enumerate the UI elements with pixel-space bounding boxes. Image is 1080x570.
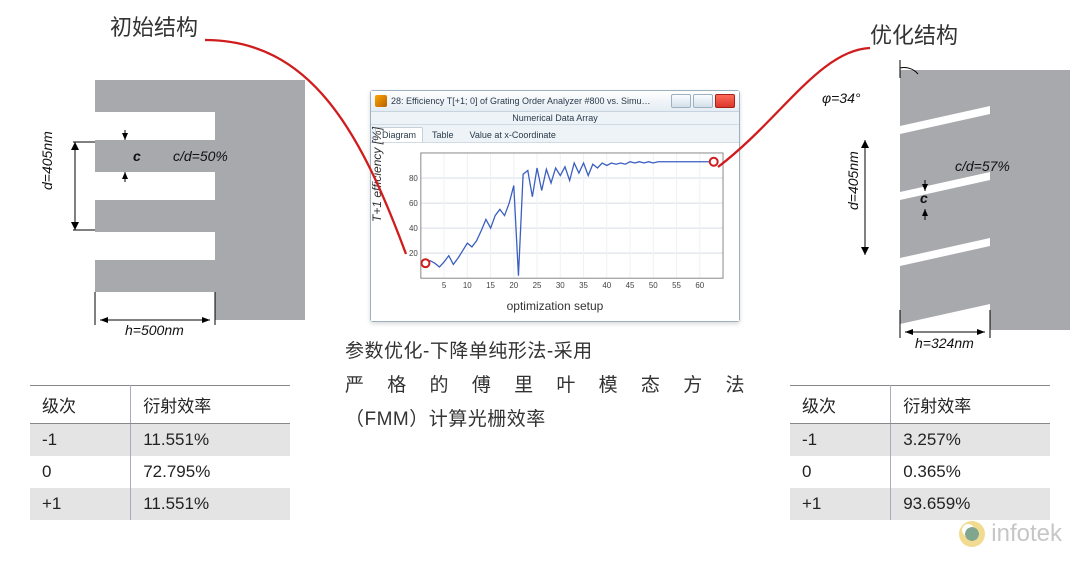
th-eff: 衍射效率: [891, 386, 1050, 424]
table-row: 0 72.795%: [30, 456, 290, 488]
efficiency-chart: T+1 efficiency [%] 510152025303540455055…: [379, 147, 731, 297]
svg-text:30: 30: [556, 281, 565, 290]
svg-text:10: 10: [463, 281, 472, 290]
right-d-label: d=405nm: [845, 151, 861, 210]
svg-text:35: 35: [579, 281, 588, 290]
app-icon: [375, 95, 387, 107]
table-row: 0 0.365%: [790, 456, 1050, 488]
svg-text:60: 60: [409, 199, 418, 208]
cell-order: +1: [30, 488, 131, 520]
caption-line2: 严格的傅里叶模态方法: [345, 369, 745, 403]
svg-text:80: 80: [409, 174, 418, 183]
svg-text:20: 20: [409, 249, 418, 258]
cell-eff: 3.257%: [891, 424, 1050, 457]
cell-order: +1: [790, 488, 891, 520]
initial-efficiency-table: 级次 衍射效率 -1 11.551% 0 72.795% +1 11.551%: [30, 385, 290, 520]
left-ratio-label: c/d=50%: [173, 148, 228, 164]
svg-text:15: 15: [486, 281, 495, 290]
left-d-label: d=405nm: [39, 131, 55, 190]
svg-text:5: 5: [442, 281, 447, 290]
window-titlebar[interactable]: 28: Efficiency T[+1; 0] of Grating Order…: [371, 91, 739, 112]
right-ratio-label: c/d=57%: [955, 158, 1010, 174]
right-c-label: c: [920, 190, 928, 206]
maximize-button[interactable]: [693, 94, 713, 108]
cell-order: -1: [30, 424, 131, 457]
svg-text:50: 50: [649, 281, 658, 290]
watermark-icon: [959, 521, 985, 547]
right-phi-label: φ=34°: [822, 90, 860, 106]
title-right: 优化结构: [870, 18, 958, 50]
svg-text:55: 55: [672, 281, 681, 290]
initial-grating-diagram: d=405nm c c/d=50% h=500nm: [45, 70, 305, 330]
minimize-button[interactable]: [671, 94, 691, 108]
svg-text:40: 40: [602, 281, 611, 290]
cell-order: 0: [790, 456, 891, 488]
table-row: -1 3.257%: [790, 424, 1050, 457]
svg-text:20: 20: [509, 281, 518, 290]
cell-eff: 93.659%: [891, 488, 1050, 520]
cell-order: -1: [790, 424, 891, 457]
title-left: 初始结构: [110, 10, 198, 42]
caption-line1: 参数优化-下降单纯形法-采用: [345, 335, 745, 369]
caption-line3: （FMM）计算光栅效率: [345, 403, 745, 437]
watermark: infotek: [959, 520, 1062, 548]
th-order: 级次: [790, 386, 891, 424]
optimized-grating-diagram: φ=34° d=405nm c c/d=57% h=324nm: [800, 60, 1070, 340]
cell-eff: 11.551%: [131, 424, 290, 457]
cell-order: 0: [30, 456, 131, 488]
chart-xlabel: optimization setup: [379, 299, 731, 313]
table-row: -1 11.551%: [30, 424, 290, 457]
close-button[interactable]: [715, 94, 735, 108]
svg-text:45: 45: [626, 281, 635, 290]
right-h-label: h=324nm: [915, 335, 974, 351]
svg-text:40: 40: [409, 224, 418, 233]
chart-ylabel: T+1 efficiency [%]: [370, 127, 384, 222]
tab-bar: Diagram Table Value at x-Coordinate: [371, 125, 739, 143]
cell-eff: 72.795%: [131, 456, 290, 488]
left-c-label: c: [133, 148, 141, 164]
left-h-label: h=500nm: [125, 322, 184, 338]
table-row: +1 93.659%: [790, 488, 1050, 520]
svg-text:25: 25: [533, 281, 542, 290]
tab-value[interactable]: Value at x-Coordinate: [463, 127, 563, 142]
th-order: 级次: [30, 386, 131, 424]
cell-eff: 11.551%: [131, 488, 290, 520]
window-title: 28: Efficiency T[+1; 0] of Grating Order…: [391, 96, 651, 106]
table-row: +1 11.551%: [30, 488, 290, 520]
chart-window: 28: Efficiency T[+1; 0] of Grating Order…: [370, 90, 740, 322]
cell-eff: 0.365%: [891, 456, 1050, 488]
svg-text:60: 60: [695, 281, 704, 290]
window-subtitle: Numerical Data Array: [371, 112, 739, 125]
watermark-text: infotek: [991, 520, 1062, 548]
optimized-efficiency-table: 级次 衍射效率 -1 3.257% 0 0.365% +1 93.659%: [790, 385, 1050, 520]
method-caption: 参数优化-下降单纯形法-采用 严格的傅里叶模态方法 （FMM）计算光栅效率: [345, 335, 745, 438]
th-eff: 衍射效率: [131, 386, 290, 424]
tab-table[interactable]: Table: [425, 127, 461, 142]
